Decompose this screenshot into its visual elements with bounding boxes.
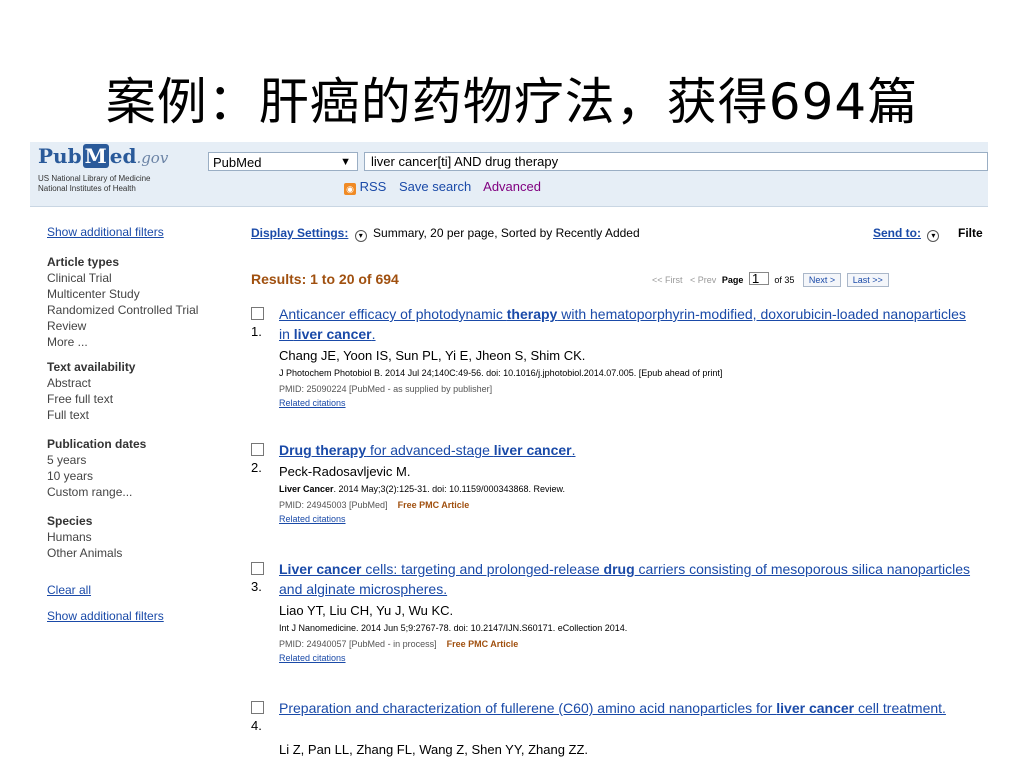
result-title-segment: drug	[603, 561, 635, 577]
result-title-segment: for advanced-stage	[366, 442, 494, 458]
result-authors: Liao YT, Liu CH, Yu J, Wu KC.	[279, 603, 454, 618]
filter-item-humans[interactable]: Humans	[47, 529, 222, 545]
page-total: of 35	[774, 275, 795, 285]
result-checkbox[interactable]	[251, 307, 264, 320]
result-number: 1.	[251, 324, 262, 339]
result-authors: Li Z, Pan LL, Zhang FL, Wang Z, Shen YY,…	[279, 742, 589, 757]
show-additional-filters-top[interactable]: Show additional filters	[47, 225, 164, 239]
result-authors: Peck-Radosavljevic M.	[279, 464, 411, 479]
pubmed-header: Pub Med.gov US National Library of Medici…	[30, 142, 988, 207]
page-number-input[interactable]	[748, 272, 769, 285]
database-select[interactable]: PubMed ▼	[208, 152, 358, 171]
filter-group-title: Publication dates	[47, 437, 147, 451]
result-number: 2.	[251, 460, 262, 475]
result-title-segment: cells: targeting and prolonged-release	[361, 561, 604, 577]
filter-item-clinical-trial[interactable]: Clinical Trial	[47, 270, 222, 286]
result-title-segment: liver cancer	[293, 326, 372, 342]
pagination: << First < Prev Page of 35 Next > Last >…	[652, 272, 889, 287]
slide-title: 案例：肝癌的药物疗法，获得694篇	[105, 73, 919, 131]
result-checkbox[interactable]	[251, 443, 264, 456]
chevron-down-icon[interactable]: ▾	[354, 230, 367, 242]
filter-sidebar: Show additional filters Article types Cl…	[47, 225, 222, 623]
advanced-search-link[interactable]: Advanced	[483, 179, 541, 194]
result-title-link[interactable]: Drug therapy for advanced-stage liver ca…	[279, 440, 979, 460]
chevron-down-icon: ▾	[927, 230, 940, 242]
rss-link[interactable]: RSS	[360, 179, 387, 194]
display-settings-value: Summary, 20 per page, Sorted by Recently…	[373, 226, 640, 240]
result-title-link[interactable]: Liver cancer cells: targeting and prolon…	[279, 559, 979, 599]
filter-item-custom-range[interactable]: Custom range...	[47, 484, 222, 500]
chevron-down-icon: ▼	[340, 156, 351, 168]
result-checkbox[interactable]	[251, 701, 264, 714]
result-number: 3.	[251, 579, 262, 594]
save-search-link[interactable]: Save search	[399, 179, 471, 194]
filter-group-title: Text availability	[47, 360, 136, 374]
result-pmid: PMID: 24945003 [PubMed] Free PMC Article	[279, 500, 470, 510]
send-to-menu[interactable]: Send to: ▾	[873, 226, 942, 242]
nih-name: National Institutes of Health	[38, 184, 136, 193]
filter-item-more[interactable]: More ...	[47, 334, 222, 350]
filter-item-abstract[interactable]: Abstract	[47, 375, 222, 391]
result-title-segment: liver cancer	[776, 700, 855, 716]
filter-item-free-full-text[interactable]: Free full text	[47, 391, 222, 407]
last-page-button[interactable]: Last >>	[846, 273, 889, 287]
next-page-button[interactable]: Next >	[802, 273, 842, 287]
result-journal: Liver Cancer. 2014 May;3(2):125-31. doi:…	[279, 484, 566, 494]
search-sublinks: ◉ RSS Save search Advanced	[344, 179, 550, 195]
result-title-segment: Preparation and characterization of full…	[279, 700, 777, 716]
related-citations-link[interactable]: Related citations	[279, 514, 346, 524]
results-count: Results: 1 to 20 of 694	[251, 271, 399, 287]
free-pmc-article-link[interactable]: Free PMC Article	[447, 639, 519, 649]
result-number: 4.	[251, 718, 262, 733]
display-settings-link[interactable]: Display Settings:	[251, 226, 348, 240]
filter-group-title: Article types	[47, 255, 120, 269]
result-pmid: PMID: 25090224 [PubMed - as supplied by …	[279, 384, 493, 394]
prev-page-link[interactable]: < Prev	[690, 275, 716, 285]
filter-group-text-availability: Text availability Abstract Free full tex…	[47, 360, 222, 423]
filter-group-article-types: Article types Clinical Trial Multicenter…	[47, 255, 222, 350]
result-checkbox[interactable]	[251, 562, 264, 575]
search-input[interactable]	[364, 152, 988, 171]
result-journal: Int J Nanomedicine. 2014 Jun 5;9:2767-78…	[279, 623, 628, 633]
page-label: Page	[721, 275, 744, 285]
related-citations-link[interactable]: Related citations	[279, 653, 346, 663]
result-authors: Chang JE, Yoon IS, Sun PL, Yi E, Jheon S…	[279, 348, 586, 363]
result-title-segment: .	[571, 442, 576, 458]
result-title-segment: Liver cancer	[279, 561, 362, 577]
filter-item-other-animals[interactable]: Other Animals	[47, 545, 222, 561]
filter-group-publication-dates: Publication dates 5 years 10 years Custo…	[47, 437, 222, 500]
filter-item-5-years[interactable]: 5 years	[47, 452, 222, 468]
related-citations-link[interactable]: Related citations	[279, 398, 346, 408]
library-name: US National Library of Medicine	[38, 174, 151, 183]
result-title-segment: Anticancer efficacy of photodynamic	[279, 306, 507, 322]
result-pmid: PMID: 24940057 [PubMed - in process] Free…	[279, 639, 519, 649]
filter-group-species: Species Humans Other Animals	[47, 514, 222, 561]
result-journal: J Photochem Photobiol B. 2014 Jul 24;140…	[279, 368, 723, 378]
result-title-segment: .	[371, 326, 376, 342]
display-settings-bar: Display Settings: ▾ Summary, 20 per page…	[251, 226, 1024, 242]
result-title-segment: liver cancer	[493, 442, 572, 458]
show-additional-filters-bottom[interactable]: Show additional filters	[47, 609, 164, 623]
filter-item-randomized-trial[interactable]: Randomized Controlled Trial	[47, 302, 222, 318]
free-pmc-article-link[interactable]: Free PMC Article	[398, 500, 470, 510]
result-title-link[interactable]: Preparation and characterization of full…	[279, 698, 979, 718]
result-title-segment: therapy	[506, 306, 558, 322]
rss-icon[interactable]: ◉	[344, 183, 356, 195]
journal-name: Liver Cancer	[279, 484, 334, 494]
filter-item-multicenter-study[interactable]: Multicenter Study	[47, 286, 222, 302]
result-title-segment: cell treatment.	[854, 700, 946, 716]
filter-group-title: Species	[47, 514, 93, 528]
first-page-link[interactable]: << First	[652, 275, 683, 285]
clear-all-link[interactable]: Clear all	[47, 583, 91, 597]
result-title-link[interactable]: Anticancer efficacy of photodynamic ther…	[279, 304, 979, 344]
filter-item-full-text[interactable]: Full text	[47, 407, 222, 423]
result-title-segment: Drug therapy	[279, 442, 367, 458]
filter-item-10-years[interactable]: 10 years	[47, 468, 222, 484]
pubmed-logo[interactable]: Pub Med.gov	[38, 144, 168, 168]
filter-item-review[interactable]: Review	[47, 318, 222, 334]
filters-link[interactable]: Filte	[958, 226, 983, 240]
